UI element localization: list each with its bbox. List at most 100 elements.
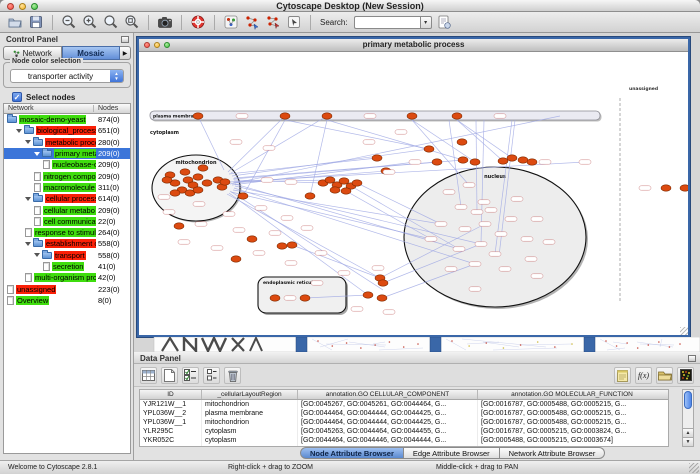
network-node[interactable] (180, 169, 190, 175)
scroll-up-arrow[interactable]: ▲ (683, 428, 693, 437)
network-node[interactable] (231, 256, 241, 262)
tab-edge-attribute-browser[interactable]: Edge Attribute Browser (404, 447, 500, 459)
import-attributes-icon[interactable] (435, 13, 453, 31)
node-label-pill[interactable] (351, 307, 363, 311)
network-canvas[interactable]: unassignedplasma membranecytoplasmnucleu… (139, 52, 688, 335)
zoom-fit-icon[interactable] (123, 13, 141, 31)
node-label-pill[interactable] (495, 232, 507, 236)
expand-arrow-icon[interactable] (25, 197, 31, 201)
node-label-pill[interactable] (255, 206, 267, 210)
node-label-pill[interactable] (531, 217, 543, 221)
node-label-pill[interactable] (469, 262, 481, 266)
node-label-pill[interactable] (531, 274, 543, 278)
network-node[interactable] (378, 280, 388, 286)
node-label-pill[interactable] (285, 261, 297, 265)
network-node[interactable] (277, 243, 287, 249)
help-lifering-icon[interactable] (189, 13, 207, 31)
network-node[interactable] (507, 155, 517, 161)
table-row[interactable]: YPL036W__1mitochondrion[GO:0044464, GO:0… (140, 418, 668, 427)
tab-node-attribute-browser[interactable]: Node Attribute Browser (300, 447, 404, 459)
open-file-icon[interactable] (6, 13, 24, 31)
table-row[interactable]: YPL036W__2plasma membrane[GO:0044464, GO… (140, 409, 668, 418)
background-window-border[interactable] (296, 337, 307, 352)
node-label-pill[interactable] (178, 240, 190, 244)
tree-row-multi-organism-pro[interactable]: multi-organism pro42(0) (4, 272, 130, 283)
network-node[interactable] (287, 242, 297, 248)
network-node[interactable] (238, 193, 248, 199)
tree-row-overview[interactable]: Overview8(0) (4, 295, 130, 306)
expand-arrow-icon[interactable] (34, 152, 40, 156)
tree-row-biological-process[interactable]: biological_process651(0) (4, 125, 130, 136)
select-nodes-checkbox[interactable]: ✓ (12, 92, 22, 102)
tree-row-mosaic-demo-yeast[interactable]: mosaic-demo-yeast874(0) (4, 114, 130, 125)
float-data-panel-icon[interactable] (688, 355, 696, 362)
tree-row-establishment-of-lo[interactable]: establishment of lo558(0) (4, 238, 130, 249)
float-panel-icon[interactable] (121, 36, 129, 43)
node-label-pill[interactable] (383, 170, 395, 174)
node-label-pill[interactable] (459, 227, 471, 231)
node-label-pill[interactable] (263, 146, 275, 150)
tree-row-secretion[interactable]: secretion41(0) (4, 261, 130, 272)
tree-row-cellular-process[interactable]: cellular process614(0) (4, 193, 130, 204)
attribute-table-icon[interactable] (140, 367, 157, 384)
node-label-pill[interactable] (494, 114, 506, 118)
node-label-pill[interactable] (158, 195, 170, 199)
app-resize-grip[interactable] (689, 463, 699, 473)
node-label-pill[interactable] (435, 222, 447, 226)
network-node[interactable] (341, 188, 351, 194)
search-input[interactable] (354, 16, 420, 29)
network-node[interactable] (518, 157, 528, 163)
node-label-pill[interactable] (163, 210, 175, 214)
tabs-overflow-arrow[interactable]: ▶ (120, 46, 131, 60)
network-node[interactable] (352, 180, 362, 186)
zoom-selected-region-icon[interactable] (102, 13, 120, 31)
node-label-pill[interactable] (195, 222, 207, 226)
create-network-view-icon[interactable] (243, 13, 261, 31)
column-header[interactable]: annotation.GO CELLULAR_COMPONENT (298, 390, 478, 399)
search-dropdown-button[interactable]: ▾ (420, 16, 432, 29)
formula-builder-icon[interactable]: f(x) (635, 367, 652, 384)
zoom-in-icon[interactable] (81, 13, 99, 31)
node-label-pill[interactable] (479, 222, 491, 226)
scrollbar-thumb[interactable] (684, 391, 692, 409)
network-node[interactable] (198, 165, 208, 171)
network-node[interactable] (363, 292, 373, 298)
network-node[interactable] (247, 236, 257, 242)
node-label-pill[interactable] (485, 208, 497, 212)
node-label-pill[interactable] (301, 226, 313, 230)
tab-network-attribute-browser[interactable]: Network Attribute Browser (500, 447, 606, 459)
select-attributes-icon[interactable] (182, 367, 199, 384)
network-node[interactable] (457, 139, 467, 145)
matrix-heatmap-icon[interactable] (677, 367, 694, 384)
network-node[interactable] (300, 295, 310, 301)
background-window[interactable] (154, 337, 700, 352)
node-label-pill[interactable] (230, 140, 242, 144)
node-label-pill[interactable] (253, 251, 265, 255)
tree-row-metabolic-process[interactable]: metabolic process280(0) (4, 137, 130, 148)
network-node[interactable] (377, 295, 387, 301)
node-label-pill[interactable] (463, 183, 475, 187)
node-label-pill[interactable] (363, 140, 375, 144)
network-node[interactable] (220, 179, 230, 185)
network-node[interactable] (305, 193, 315, 199)
node-label-pill[interactable] (372, 266, 384, 270)
network-node[interactable] (407, 113, 417, 119)
node-label-pill[interactable] (223, 212, 235, 216)
node-label-pill[interactable] (233, 228, 245, 232)
node-label-pill[interactable] (281, 216, 293, 220)
network-node[interactable] (680, 185, 688, 191)
tree-row-transport[interactable]: transport558(0) (4, 250, 130, 261)
expand-arrow-icon[interactable] (34, 253, 40, 257)
network-node[interactable] (325, 177, 335, 183)
node-label-pill[interactable] (395, 130, 407, 134)
network-node[interactable] (458, 157, 468, 163)
network-node[interactable] (372, 155, 382, 161)
network-node[interactable] (170, 190, 180, 196)
snapshot-camera-icon[interactable] (156, 13, 174, 31)
save-icon[interactable] (27, 13, 45, 31)
vizmapper-icon[interactable] (222, 13, 240, 31)
column-header[interactable]: ID (140, 390, 202, 399)
column-header[interactable]: annotation.GO MOLECULAR_FUNCTION (478, 390, 666, 399)
node-label-pill[interactable] (639, 186, 651, 190)
network-view-window[interactable]: primary metabolic process unassignedplas… (137, 37, 690, 337)
